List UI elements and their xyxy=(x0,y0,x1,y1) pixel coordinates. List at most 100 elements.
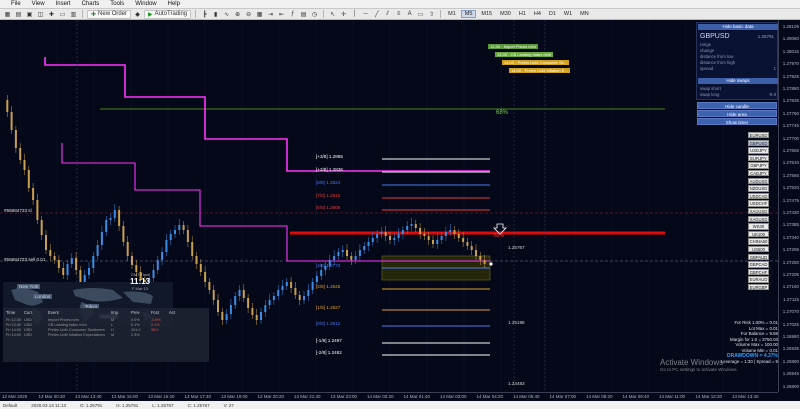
symbol-button-gbpcad[interactable]: GBPCAD xyxy=(748,261,769,268)
symbol-button-nzdusd[interactable]: NZDUSD xyxy=(748,185,769,192)
timeframe-m5[interactable]: M5 xyxy=(460,10,477,18)
news-tag[interactable]: 13:30 - CB Leading Index m/m xyxy=(495,52,554,57)
crosshair-icon[interactable]: ✛ xyxy=(339,10,348,19)
text-icon[interactable]: A xyxy=(405,10,414,19)
symbol-button-us500[interactable]: US500 xyxy=(748,246,769,253)
symbol-button-euraud[interactable]: EURAUD xyxy=(748,276,769,283)
meta-editor-icon[interactable]: ◆ xyxy=(133,10,142,19)
symbol-button-gbpchf[interactable]: GBPCHF xyxy=(748,268,769,276)
channel-icon[interactable]: ⫽ xyxy=(383,10,392,19)
symbol-button-gbpjpy[interactable]: GBPJPY xyxy=(748,162,769,169)
label-icon[interactable]: ▭ xyxy=(416,10,425,19)
candle-body xyxy=(268,300,271,305)
candle-body xyxy=(384,232,387,236)
candle-body xyxy=(341,250,344,252)
symbol-button-ws30[interactable]: WS30 xyxy=(748,223,769,230)
symbol-button-xauusd[interactable]: XAUUSD xyxy=(748,208,769,215)
candle-body xyxy=(251,308,254,315)
symbol-button-eurgbp[interactable]: EURGBP xyxy=(748,284,769,291)
autoscroll-icon[interactable]: ⇥ xyxy=(266,10,275,19)
line-chart-icon[interactable]: ∿ xyxy=(222,10,231,19)
candle-body xyxy=(19,148,22,160)
news-cell: USD xyxy=(24,322,33,327)
periods-icon[interactable]: ◷ xyxy=(310,10,319,19)
timeframe-d1[interactable]: D1 xyxy=(546,11,559,17)
symbol-button-xagusd[interactable]: XAGUSD xyxy=(748,215,769,222)
chart-shift-icon[interactable]: ⇤ xyxy=(277,10,286,19)
data-window-icon[interactable]: ◫ xyxy=(36,10,45,19)
fibonacci-icon[interactable]: ≡ xyxy=(394,10,403,19)
show-timer-button[interactable]: Show timer xyxy=(697,118,777,125)
timeframe-h1[interactable]: H1 xyxy=(516,11,529,17)
arrows-icon[interactable]: ⇧ xyxy=(427,10,436,19)
price-tick: 1.26935 xyxy=(782,346,799,352)
candle-body xyxy=(311,282,314,290)
candle-body xyxy=(466,242,469,246)
symbol-button-cadjpy[interactable]: CADJPY xyxy=(748,170,769,177)
new-chart-icon[interactable]: ▦ xyxy=(3,10,12,19)
horizontal-line-icon[interactable]: ─ xyxy=(361,10,370,19)
vertical-line-icon[interactable]: │ xyxy=(350,10,359,19)
templates-icon[interactable]: ▤ xyxy=(299,10,308,19)
autotrading-button[interactable]: ▶ AutoTrading xyxy=(144,9,192,19)
symbol-button-audusd[interactable]: AUDUSD xyxy=(748,177,769,184)
terminal-icon[interactable]: ▭ xyxy=(58,10,67,19)
navigator-icon[interactable]: ✚ xyxy=(47,10,56,19)
menu-view[interactable]: View xyxy=(32,0,45,9)
news-tag[interactable]: 12:30 - Import Prices m/m xyxy=(488,44,539,49)
price-chart[interactable]: [+3/8] 1.2865 [+2/8] 1.2836 [8/8] 1.2824 [7… xyxy=(0,20,800,401)
menu-charts[interactable]: Charts xyxy=(82,0,100,9)
timeframe-m1[interactable]: M1 xyxy=(445,11,459,17)
symbol-button-gbpaud[interactable]: GBPAUD xyxy=(748,253,769,260)
symbol-button-gbpusd[interactable]: GBPUSD xyxy=(748,139,769,146)
new-order-button[interactable]: ✚ New Order xyxy=(87,9,132,19)
tile-windows-icon[interactable]: ▦ xyxy=(255,10,264,19)
order-tag-sl[interactable]: #56684733 sl xyxy=(4,208,32,213)
timeframe-h4[interactable]: H4 xyxy=(531,11,544,17)
cursor-icon[interactable]: ↖ xyxy=(328,10,337,19)
panel-row-value: -8.9 xyxy=(768,92,776,97)
zoom-out-icon[interactable]: ⊖ xyxy=(244,10,253,19)
news-tag[interactable]: 14:00 - Prelim UoM Consumer Se... xyxy=(502,60,570,65)
hide-area-button[interactable]: Hide area xyxy=(697,110,777,117)
level-label: [-1/8] 1.2497 xyxy=(316,338,342,343)
time-axis[interactable]: 12 Mar 2020 13 Mar 00:30 13 Mar 13:40 13 Ma… xyxy=(0,392,778,401)
symbol-button-usdcad[interactable]: USDCAD xyxy=(748,192,769,200)
symbol-button-china50[interactable]: CHINA50 xyxy=(748,238,769,245)
timeframe-mn[interactable]: MN xyxy=(577,11,592,17)
hide-swaps-button[interactable]: Hide swaps xyxy=(698,78,778,84)
menu-help[interactable]: Help xyxy=(168,0,180,9)
order-tag-sell[interactable]: #56684733 sell 0.01 xyxy=(4,257,45,262)
news-calendar-panel: Time Curr. Event Imp. Prev Fcst Act Fri … xyxy=(3,308,209,362)
menu-tools[interactable]: Tools xyxy=(110,0,124,9)
news-row[interactable]: Fri 14:00 USD Prelim UoM Inflation Expecta… xyxy=(3,332,209,337)
zoom-in-icon[interactable]: ⊕ xyxy=(233,10,242,19)
level-tag: [0/8] xyxy=(316,321,325,326)
price-axis[interactable]: 1.28105 1.28060 1.28015 1.27970 1.27925 1.278… xyxy=(778,20,800,392)
timeframe-m30[interactable]: M30 xyxy=(497,11,514,17)
price-tick: 1.28060 xyxy=(782,36,799,42)
indicators-icon[interactable]: ƒ xyxy=(288,10,297,19)
timeframe-w1[interactable]: W1 xyxy=(561,11,575,17)
menu-window[interactable]: Window xyxy=(135,0,156,9)
market-watch-icon[interactable]: ▣ xyxy=(25,10,34,19)
symbol-button-uk100[interactable]: UK100 xyxy=(748,230,769,238)
hide-candle-button[interactable]: Hide candle xyxy=(697,102,777,109)
symbol-button-usdchf[interactable]: USDCHF xyxy=(748,200,769,207)
timeframe-m15[interactable]: M15 xyxy=(478,11,495,17)
price-tick: 1.27295 xyxy=(782,247,799,253)
symbol-button-eurusd[interactable]: EURUSD xyxy=(748,132,769,139)
toolbar-divider xyxy=(82,10,83,18)
symbol-button-usdjpy[interactable]: USDJPY xyxy=(748,147,769,154)
candlestick-icon[interactable]: ▮ xyxy=(211,10,220,19)
profiles-icon[interactable]: ▤ xyxy=(14,10,23,19)
news-tag[interactable]: 14:00 - Prelim UoM Inflation E... xyxy=(509,68,570,73)
menu-insert[interactable]: Insert xyxy=(56,0,71,9)
bar-chart-icon[interactable]: ┣ xyxy=(200,10,209,19)
symbol-button-eurjpy[interactable]: EURJPY xyxy=(748,154,769,162)
hide-basic-button[interactable]: Hide basic data xyxy=(698,24,778,30)
trendline-icon[interactable]: ╱ xyxy=(372,10,381,19)
menu-file[interactable]: File xyxy=(11,0,21,9)
candle-body xyxy=(277,290,280,296)
strategy-tester-icon[interactable]: ▥ xyxy=(69,10,78,19)
